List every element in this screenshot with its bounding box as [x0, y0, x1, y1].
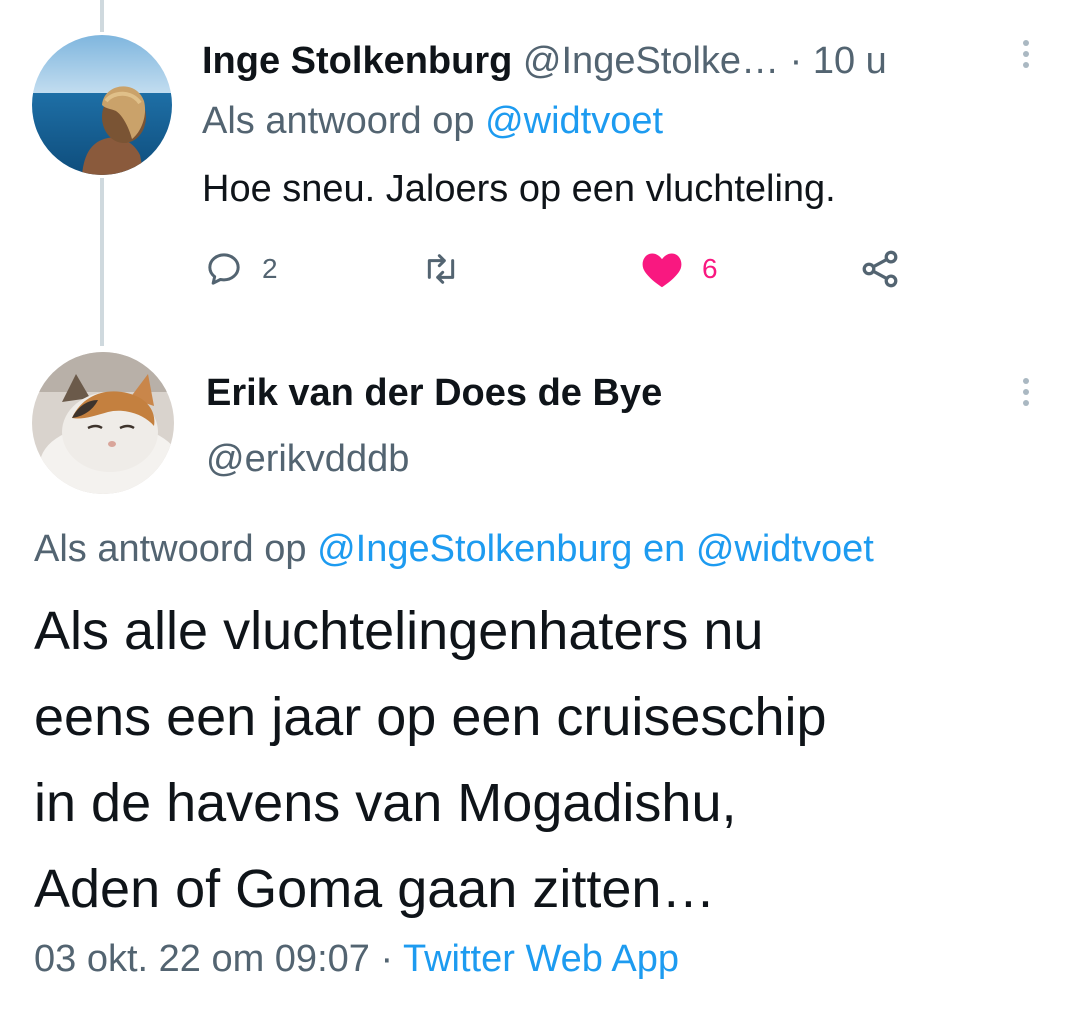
more-icon[interactable] [1016, 40, 1036, 68]
handle[interactable]: @erikvdddb [206, 436, 409, 482]
tweet-text-line: in de havens van Mogadishu, [34, 773, 737, 833]
reply-joiner: en [642, 528, 686, 570]
mention-link[interactable]: @IngeStolkenburg [317, 528, 632, 570]
reply-button[interactable]: 2 [204, 249, 278, 289]
more-icon[interactable] [1016, 378, 1036, 406]
like-count: 6 [702, 253, 718, 284]
timestamp[interactable]: · 10 u [790, 40, 887, 82]
retweet-button[interactable] [420, 249, 462, 289]
reply-prefix: Als antwoord op [202, 100, 475, 142]
reply-prefix: Als antwoord op [34, 528, 307, 570]
mention-link[interactable]: @widtvoet [696, 528, 874, 570]
handle[interactable]: @IngeStolke… [523, 40, 779, 82]
retweet-icon [427, 254, 455, 284]
thread-line [100, 0, 104, 32]
mention-link[interactable]: @widtvoet [485, 100, 663, 142]
tweet-text: Hoe sneu. Jaloers op een vluchteling. [202, 168, 836, 210]
display-name[interactable]: Inge Stolkenburg [202, 40, 512, 82]
like-button[interactable]: 6 [640, 249, 718, 289]
tweet1-header: Inge Stolkenburg @IngeStolke… · 10 u [202, 38, 1002, 84]
reply-icon [208, 253, 240, 285]
separator: · [380, 938, 394, 980]
tweet-meta: 03 okt. 22 om 09:07 · Twitter Web App [34, 936, 679, 982]
thread-line [100, 178, 104, 346]
share-button[interactable] [858, 247, 902, 291]
avatar-erik[interactable] [32, 352, 174, 494]
reply-context: Als antwoord op @widtvoet [202, 98, 663, 144]
avatar-inge[interactable] [32, 35, 172, 175]
tweet-timestamp[interactable]: 03 okt. 22 om 09:07 [34, 938, 370, 980]
reply-count: 2 [262, 253, 278, 284]
share-icon [862, 250, 898, 288]
display-name[interactable]: Erik van der Does de Bye [206, 370, 662, 416]
heart-icon [642, 253, 682, 288]
tweet-text-line: Als alle vluchtelingenhaters nu [34, 601, 764, 661]
tweet-text: Als alle vluchtelingenhaters nu eens een… [34, 588, 827, 932]
tweet-text-line: eens een jaar op een cruiseschip [34, 687, 827, 747]
reply-context: Als antwoord op @IngeStolkenburg en @wid… [34, 526, 874, 572]
source-link[interactable]: Twitter Web App [403, 938, 679, 980]
tweet-text-line: Aden of Goma gaan zitten… [34, 859, 716, 919]
